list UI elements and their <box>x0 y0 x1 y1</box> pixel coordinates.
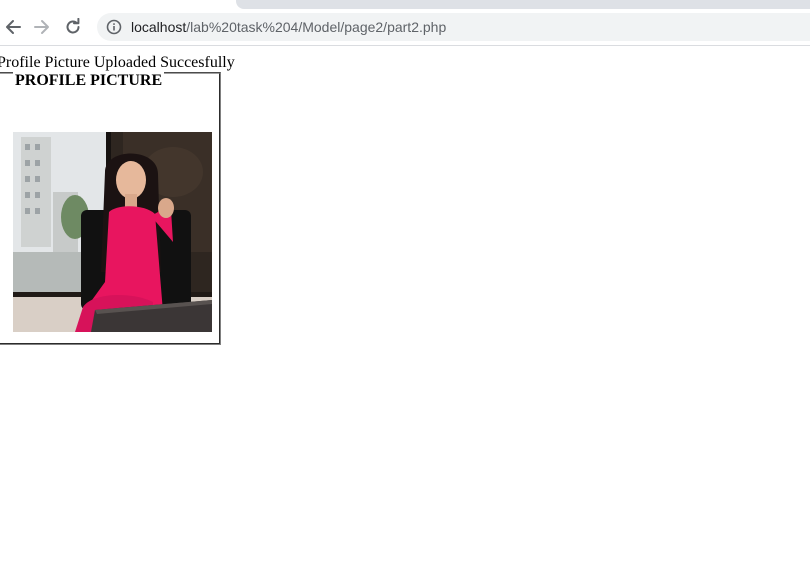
forward-button[interactable] <box>29 14 55 40</box>
profile-picture-fieldset: PROFILE PICTURE <box>0 72 221 345</box>
browser-toolbar: localhost/lab%20task%204/Model/page2/par… <box>0 9 810 46</box>
upload-status-message: Profile Picture Uploaded Succesfully <box>0 54 235 71</box>
arrow-right-icon <box>34 20 49 34</box>
arrow-left-icon <box>6 20 21 34</box>
tab-strip-background <box>236 0 810 9</box>
url-text[interactable]: localhost/lab%20task%204/Model/page2/par… <box>131 13 446 41</box>
info-icon[interactable] <box>106 19 122 35</box>
address-bar[interactable]: localhost/lab%20task%204/Model/page2/par… <box>97 13 810 41</box>
tab-strip <box>0 0 810 9</box>
url-host: localhost <box>131 19 187 35</box>
reload-icon <box>66 18 80 34</box>
fieldset-legend: PROFILE PICTURE <box>13 72 165 89</box>
back-button[interactable] <box>0 14 26 40</box>
url-path: /lab%20task%204/Model/page2/part2.php <box>186 19 447 35</box>
reload-button[interactable] <box>60 14 86 40</box>
profile-picture <box>13 132 212 332</box>
